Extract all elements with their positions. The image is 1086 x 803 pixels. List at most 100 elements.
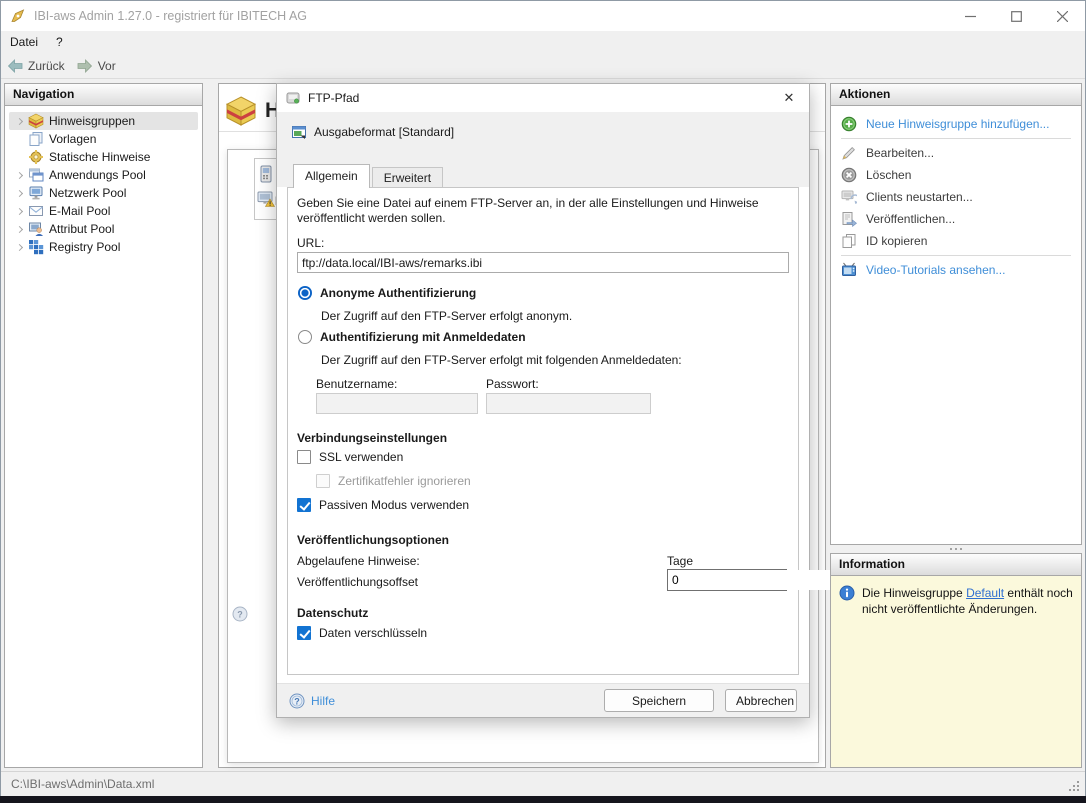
credentials-auth-description: Der Zugriff auf den FTP-Server erfolgt m…: [321, 353, 682, 367]
expander-icon[interactable]: [13, 209, 28, 214]
passive-mode-checkbox[interactable]: [297, 498, 311, 512]
restart-clients-icon: [841, 189, 857, 205]
copy-id-icon: [841, 233, 857, 249]
actions-header: Aktionen: [831, 84, 1081, 106]
days-column-label: Tage: [667, 554, 693, 568]
navigation-panel: Navigation Hinweisgruppen Vorlagen Stati…: [4, 83, 203, 768]
action-id-kopieren[interactable]: ID kopieren: [831, 230, 1081, 252]
panel-splitter[interactable]: [830, 544, 1082, 553]
action-loeschen[interactable]: Löschen: [831, 164, 1081, 186]
nav-item-label: Anwendungs Pool: [49, 168, 146, 182]
cert-errors-checkbox: [316, 474, 330, 488]
email-icon: [28, 203, 44, 219]
action-label: ID kopieren: [866, 234, 927, 248]
hinweisgruppen-page-icon: [225, 95, 257, 127]
expander-icon[interactable]: [13, 227, 28, 232]
expander-icon[interactable]: [13, 191, 28, 196]
separator: [841, 138, 1071, 139]
info-icon: [839, 585, 855, 617]
minimize-icon[interactable]: [947, 1, 993, 31]
status-path: C:\IBI-aws\Admin\Data.xml: [11, 777, 154, 791]
url-input[interactable]: [297, 252, 789, 273]
app-icon: [10, 8, 26, 24]
nav-item-vorlagen[interactable]: Vorlagen: [9, 130, 198, 148]
anonymous-auth-label[interactable]: Anonyme Authentifizierung: [320, 286, 476, 300]
tab-allgemein[interactable]: Allgemein: [293, 164, 370, 188]
close-icon[interactable]: [1039, 1, 1085, 31]
delete-icon: [841, 167, 857, 183]
maximize-icon[interactable]: [993, 1, 1039, 31]
username-label: Benutzername:: [316, 377, 397, 391]
expander-icon[interactable]: [13, 173, 28, 178]
menu-help[interactable]: ?: [47, 31, 72, 53]
action-add-hinweisgruppe[interactable]: Neue Hinweisgruppe hinzufügen...: [831, 113, 1081, 135]
toolbar: Zurück Vor: [1, 53, 1085, 79]
help-link[interactable]: ? Hilfe: [289, 693, 335, 709]
menu-datei[interactable]: Datei: [1, 31, 47, 53]
action-veroeffentlichen[interactable]: Veröffentlichen...: [831, 208, 1081, 230]
applications-icon: [28, 167, 44, 183]
tab-erweitert[interactable]: Erweitert: [372, 167, 443, 188]
expired-notes-label: Abgelaufene Hinweise:: [297, 554, 420, 568]
nav-item-anwendungs-pool[interactable]: Anwendungs Pool: [9, 166, 198, 184]
dialog-title-bar: FTP-Pfad ✕: [277, 84, 809, 112]
output-format-icon: [291, 124, 307, 140]
nav-item-label: E-Mail Pool: [49, 204, 110, 218]
encrypt-data-checkbox[interactable]: [297, 626, 311, 640]
credentials-auth-label[interactable]: Authentifizierung mit Anmeldedaten: [320, 330, 526, 344]
nav-item-label: Hinweisgruppen: [49, 114, 135, 128]
back-button[interactable]: Zurück: [1, 54, 71, 78]
cancel-button[interactable]: Abbrechen: [725, 689, 797, 712]
dialog-close-icon[interactable]: ✕: [769, 84, 809, 112]
ssl-checkbox[interactable]: [297, 450, 311, 464]
back-label: Zurück: [28, 59, 65, 73]
publishing-section-title: Veröffentlichungsoptionen: [297, 533, 449, 547]
information-header: Information: [831, 554, 1081, 576]
monitor-warning-icon: [257, 191, 275, 207]
passive-mode-label[interactable]: Passiven Modus verwenden: [319, 498, 469, 512]
forward-label: Vor: [98, 59, 116, 73]
anonymous-auth-description: Der Zugriff auf den FTP-Server erfolgt a…: [321, 309, 572, 323]
offset-input[interactable]: [668, 570, 831, 590]
action-bearbeiten[interactable]: Bearbeiten...: [831, 142, 1081, 164]
nav-item-label: Statische Hinweise: [49, 150, 150, 164]
action-label: Bearbeiten...: [866, 146, 934, 160]
action-label: Löschen: [866, 168, 911, 182]
nav-item-label: Netzwerk Pool: [49, 186, 126, 200]
save-button[interactable]: Speichern: [604, 689, 714, 712]
ssl-label[interactable]: SSL verwenden: [319, 450, 403, 464]
page-heading: H: [225, 95, 280, 127]
password-input: [486, 393, 651, 414]
forward-button[interactable]: Vor: [71, 54, 122, 78]
nav-item-email-pool[interactable]: E-Mail Pool: [9, 202, 198, 220]
actions-panel: Aktionen Neue Hinweisgruppe hinzufügen..…: [830, 83, 1082, 545]
nav-item-hinweisgruppen[interactable]: Hinweisgruppen: [9, 112, 198, 130]
expander-icon[interactable]: [13, 245, 28, 250]
window-title: IBI-aws Admin 1.27.0 - registriert für I…: [34, 9, 307, 23]
nav-item-label: Attribut Pool: [49, 222, 114, 236]
information-panel: Information Die Hinweisgruppe Default en…: [830, 553, 1082, 768]
templates-icon: [28, 131, 44, 147]
encrypt-data-label[interactable]: Daten verschlüsseln: [319, 626, 427, 640]
dialog-footer: ? Hilfe Speichern Abbrechen: [277, 683, 809, 717]
nav-item-label: Registry Pool: [49, 240, 120, 254]
action-video-tutorials[interactable]: Video-Tutorials ansehen...: [831, 259, 1081, 281]
expander-icon[interactable]: [13, 119, 28, 124]
info-message: Die Hinweisgruppe Default enthält noch n…: [862, 585, 1073, 617]
underlying-help-icon: ?: [232, 606, 248, 622]
default-group-link[interactable]: Default: [966, 586, 1004, 600]
tab-page-allgemein: Geben Sie eine Datei auf einem FTP-Serve…: [287, 187, 799, 675]
anonymous-auth-radio[interactable]: [298, 286, 312, 300]
credentials-auth-radio[interactable]: [298, 330, 312, 344]
add-icon: [841, 116, 857, 132]
package-icon: [28, 113, 44, 129]
offset-spinner: [667, 569, 787, 591]
resize-grip-icon[interactable]: [1067, 779, 1079, 791]
action-clients-neustarten[interactable]: Clients neustarten...: [831, 186, 1081, 208]
nav-item-attribut-pool[interactable]: Attribut Pool: [9, 220, 198, 238]
dialog-title: FTP-Pfad: [308, 91, 359, 105]
nav-item-statische-hinweise[interactable]: Statische Hinweise: [9, 148, 198, 166]
underlying-icon-strip: [254, 158, 278, 220]
nav-item-netzwerk-pool[interactable]: Netzwerk Pool: [9, 184, 198, 202]
nav-item-registry-pool[interactable]: Registry Pool: [9, 238, 198, 256]
